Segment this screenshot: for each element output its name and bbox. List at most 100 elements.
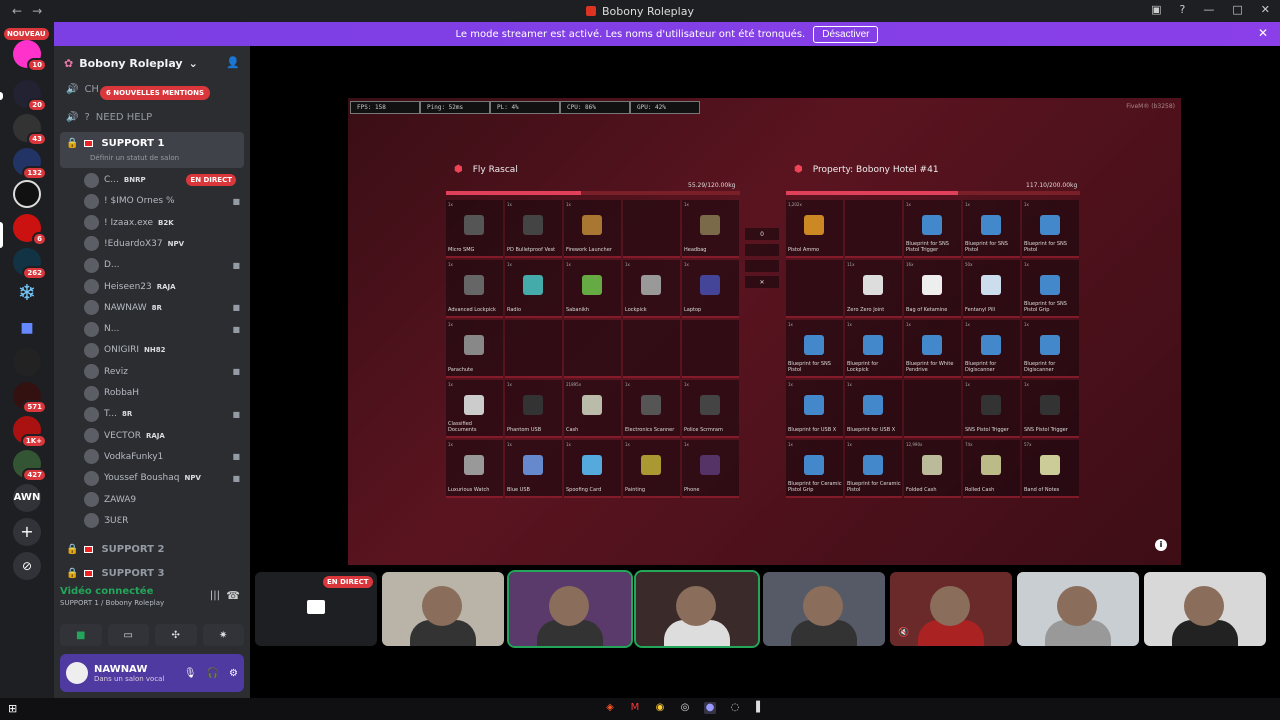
inventory-slot[interactable]: 1x Advanced Lockpick (446, 260, 503, 318)
inventory-slot[interactable] (904, 380, 961, 438)
transfer-control[interactable]: ✕ (745, 276, 779, 288)
inventory-slot[interactable] (623, 320, 680, 378)
server-icon[interactable]: 427 (13, 450, 47, 482)
app-m-icon[interactable]: M (629, 702, 641, 714)
invite-icon[interactable]: 👤 (226, 56, 240, 69)
forward-arrow-icon[interactable]: → (32, 4, 42, 18)
server-icon[interactable]: 10 (13, 40, 47, 72)
voice-user-row[interactable]: T... 8R ■ (84, 404, 240, 424)
voice-user-row[interactable]: Reviz ■ (84, 362, 240, 382)
inventory-slot[interactable]: 1x Classified Documents (446, 380, 503, 438)
user-info[interactable]: NAWNAW Dans un salon vocal (94, 664, 164, 683)
minimize-icon[interactable]: — (1203, 3, 1214, 16)
inventory-slot[interactable] (623, 200, 680, 258)
inventory-slot[interactable]: 1x Spoofing Card (564, 440, 621, 498)
settings-icon[interactable]: ⚙ (229, 668, 238, 679)
banner-close-icon[interactable]: ✕ (1258, 26, 1268, 40)
add-server-icon[interactable]: + (13, 518, 41, 546)
inventory-slot[interactable] (786, 260, 843, 318)
channel-status[interactable]: Définir un statut de salon (60, 154, 244, 162)
inventory-slot[interactable]: 1x Micro SMG (446, 200, 503, 258)
inventory-slot[interactable]: 21895x Cash (564, 380, 621, 438)
stream-tile[interactable]: EN DIRECT (255, 572, 377, 646)
transfer-control[interactable]: 0 (745, 228, 779, 240)
server-icon[interactable]: 1K+ (13, 416, 47, 448)
voice-user-row[interactable]: VECTOR RAJA (84, 426, 240, 446)
info-icon[interactable]: i (1155, 539, 1167, 551)
server-icon[interactable]: 132 (13, 148, 47, 180)
inventory-slot[interactable]: 1x Laptop (682, 260, 739, 318)
server-icon-bobony[interactable]: 6 (13, 214, 47, 246)
inventory-slot[interactable]: 1x Blueprint for SNS Pistol (963, 200, 1020, 258)
brave-icon[interactable]: ◈ (604, 702, 616, 714)
inventory-slot[interactable]: 1x Blue USB (505, 440, 562, 498)
inventory-slot[interactable]: 1x Police Scrmram (682, 380, 739, 438)
inventory-slot[interactable]: 1x Blueprint for USB X (786, 380, 843, 438)
inventory-slot[interactable]: 1x Blueprint for USB X (845, 380, 902, 438)
headphones-icon[interactable]: 🎧 (207, 668, 219, 679)
video-tile[interactable]: 🔇 (890, 572, 1012, 646)
microphone-icon[interactable]: 🎙 (184, 668, 197, 679)
signal-icon[interactable]: ||| (210, 590, 220, 601)
server-icon[interactable]: 571 (13, 382, 47, 414)
video-tile[interactable] (1017, 572, 1139, 646)
server-header[interactable]: ✿ Bobony Roleplay ⌄ 👤 (54, 46, 250, 80)
inventory-slot[interactable]: 1x Sabanikh (564, 260, 621, 318)
inventory-slot[interactable]: 1x Parachute (446, 320, 503, 378)
inventory-slot[interactable]: 11x Zero Zero Joint (845, 260, 902, 318)
discord-icon[interactable]: ● (704, 702, 716, 714)
video-tile[interactable] (507, 570, 633, 648)
voice-user-row[interactable]: VodkaFunky1 ■ (84, 447, 240, 467)
inventory-slot[interactable]: 1x Blueprint for Lockpick (845, 320, 902, 378)
inventory-slot[interactable]: 1x Phantom USB (505, 380, 562, 438)
voice-user-row[interactable]: ƷUƐR (84, 511, 240, 531)
video-tile[interactable] (634, 570, 760, 648)
stream-view[interactable]: FPS: 158 Ping: 52ms PL: 4% CPU: 86% GPU: 42%… (348, 98, 1181, 565)
inventory-slot[interactable] (564, 320, 621, 378)
inventory-slot[interactable] (682, 320, 739, 378)
inventory-slot[interactable]: 1x Painting (623, 440, 680, 498)
inventory-slot[interactable]: 1x Blueprint for SNS Pistol Trigger (904, 200, 961, 258)
server-icon[interactable]: 20 (13, 80, 47, 112)
screen-share-button[interactable]: ▭ (107, 624, 149, 646)
disconnect-icon[interactable]: ☎ (226, 589, 240, 602)
inventory-slot[interactable]: 1x Lockpick (623, 260, 680, 318)
folder-icon[interactable]: ■ (13, 314, 41, 342)
inventory-slot[interactable]: 1,202x Pistol Ammo (786, 200, 843, 258)
server-icon-awn[interactable]: AWN (13, 484, 41, 512)
voice-user-row[interactable]: Youssef Boushaq NPV ■ (84, 468, 240, 488)
voice-user-row[interactable]: ZAWA9 (84, 490, 240, 510)
channel-support-3[interactable]: 🔒 SUPPORT 3 (60, 568, 244, 579)
chrome-icon[interactable]: ◉ (654, 702, 666, 714)
inventory-slot[interactable]: 57x Band of Notes (1022, 440, 1079, 498)
voice-user-row[interactable]: N... ■ (84, 319, 240, 339)
voice-user-row[interactable]: C... BNRP EN DIRECT (84, 170, 240, 190)
inventory-slot[interactable]: 1x Electronics Scanner (623, 380, 680, 438)
close-icon[interactable]: ✕ (1261, 3, 1270, 16)
inventory-slot[interactable]: 1x Blueprint for Digiscanner (963, 320, 1020, 378)
inventory-slot[interactable]: 1x Blueprint for SNS Pistol Grip (1022, 260, 1079, 318)
new-mentions-badge[interactable]: 6 NOUVELLES MENTIONS (100, 86, 211, 100)
help-icon[interactable]: ? (1180, 3, 1186, 16)
inventory-slot[interactable] (505, 320, 562, 378)
inventory-slot[interactable]: 1x Blueprint for Ceramic Pistol Grip (786, 440, 843, 498)
inventory-slot[interactable]: 1x Headbag (682, 200, 739, 258)
app-icon[interactable]: ◌ (729, 702, 741, 714)
inventory-slot[interactable]: 1x Blueprint for Ceramic Pistol (845, 440, 902, 498)
xbox-icon[interactable]: ◎ (679, 702, 691, 714)
voice-user-row[interactable]: !EduardoX37 NPV (84, 234, 240, 254)
inventory-slot[interactable]: 1x Blueprint for SNS Pistol (1022, 200, 1079, 258)
transfer-control[interactable] (745, 260, 779, 272)
video-tile[interactable] (1144, 572, 1266, 646)
activities-button[interactable]: ✣ (155, 624, 197, 646)
channel-need-help[interactable]: 🔊? NEED HELP (60, 112, 244, 123)
inventory-slot[interactable]: 1x Radio (505, 260, 562, 318)
app-icon[interactable]: ▌ (754, 702, 766, 714)
inventory-slot[interactable]: 1x Firework Launcher (564, 200, 621, 258)
voice-user-row[interactable]: ! Izaax.exe B2K (84, 213, 240, 233)
inventory-slot[interactable]: 1x PD Bulletproof Vest (505, 200, 562, 258)
windows-start-icon[interactable]: ⊞ (8, 702, 17, 715)
avatar[interactable] (66, 662, 88, 684)
back-arrow-icon[interactable]: ← (12, 4, 22, 18)
inventory-slot[interactable]: 1x Luxurious Watch (446, 440, 503, 498)
